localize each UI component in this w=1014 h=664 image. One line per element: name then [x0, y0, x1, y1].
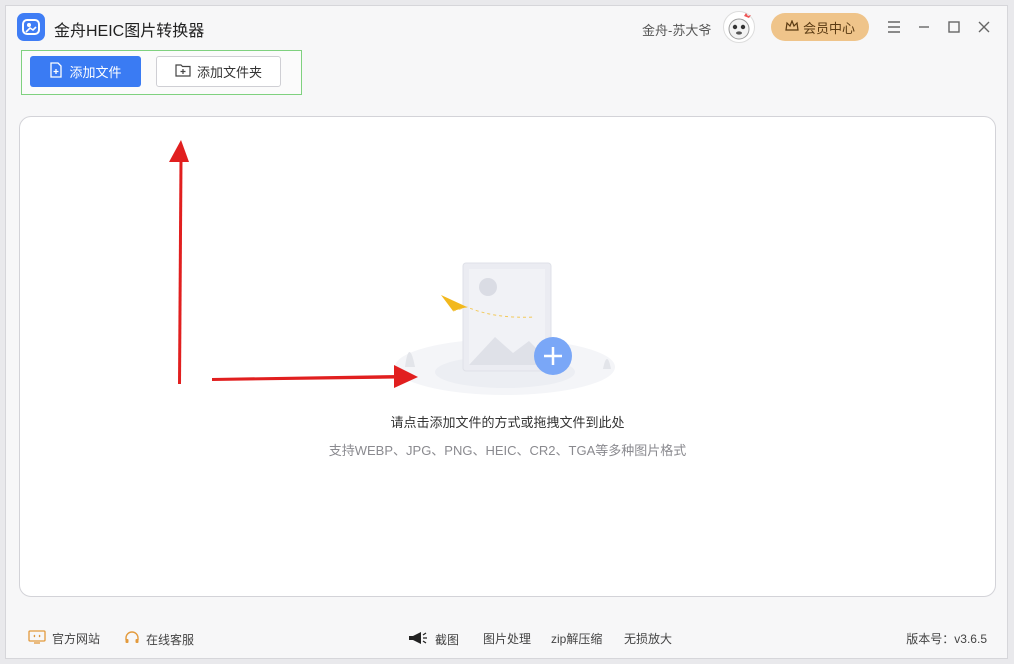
monitor-icon	[28, 630, 46, 647]
footer-bar: 官方网站 在线客服 截图 图片处理 zip解压缩 无损放大 版本号：v3.6.5	[6, 624, 1007, 654]
user-name[interactable]: 金舟-苏大爷	[642, 20, 711, 39]
version-label: 版本号：v3.6.5	[906, 632, 987, 646]
zip-extract-link[interactable]: zip解压缩	[551, 630, 602, 647]
drop-hint-text: 请点击添加文件的方式或拖拽文件到此处	[390, 415, 625, 430]
footer-tool-zip: zip解压缩	[551, 632, 603, 646]
footer-tool-screenshot: 截图	[435, 633, 460, 647]
minimize-icon[interactable]	[911, 14, 937, 40]
file-add-icon	[49, 62, 63, 81]
lossless-upscale-link[interactable]: 无损放大	[624, 630, 672, 647]
footer-tool-upscale: 无损放大	[624, 632, 673, 646]
online-support-label: 在线客服	[146, 633, 195, 647]
image-processing-link[interactable]: 图片处理	[483, 630, 531, 647]
official-website-link[interactable]: 官方网站	[28, 630, 100, 647]
toolbar: 添加文件 添加文件夹	[21, 50, 302, 95]
official-website-label: 官方网站	[52, 632, 101, 646]
add-file-button[interactable]: 添加文件	[30, 56, 141, 87]
avatar[interactable]	[723, 11, 755, 43]
app-window: 金舟HEIC图片转换器 金舟-苏大爷 会员中心 添加文件 添加文件夹 请点击添加…	[5, 5, 1008, 659]
add-file-label: 添加文件	[69, 65, 122, 80]
empty-state-illustration	[395, 262, 615, 395]
app-logo-icon	[17, 13, 45, 41]
app-title: 金舟HEIC图片转换器	[54, 23, 205, 40]
headset-icon	[124, 630, 140, 649]
vip-center-button[interactable]: 会员中心	[771, 13, 869, 41]
add-folder-button[interactable]: 添加文件夹	[156, 56, 281, 87]
close-icon[interactable]	[971, 14, 997, 40]
crown-icon	[785, 18, 799, 35]
online-support-link[interactable]: 在线客服	[124, 630, 194, 649]
footer-tool-image-processing: 图片处理	[483, 632, 532, 646]
title-bar: 金舟HEIC图片转换器 金舟-苏大爷 会员中心	[6, 6, 1007, 48]
add-folder-label: 添加文件夹	[196, 65, 262, 80]
folder-add-icon	[175, 63, 191, 80]
vip-center-label: 会员中心	[802, 20, 855, 36]
maximize-icon[interactable]	[941, 14, 967, 40]
menu-icon[interactable]	[881, 14, 907, 40]
supported-formats-text: 支持WEBP、JPG、PNG、HEIC、CR2、TGA等多种图片格式	[328, 443, 687, 458]
screenshot-tool-link[interactable]: 截图	[407, 630, 459, 649]
megaphone-icon	[407, 630, 429, 649]
file-drop-zone[interactable]: 请点击添加文件的方式或拖拽文件到此处 支持WEBP、JPG、PNG、HEIC、C…	[19, 116, 996, 597]
